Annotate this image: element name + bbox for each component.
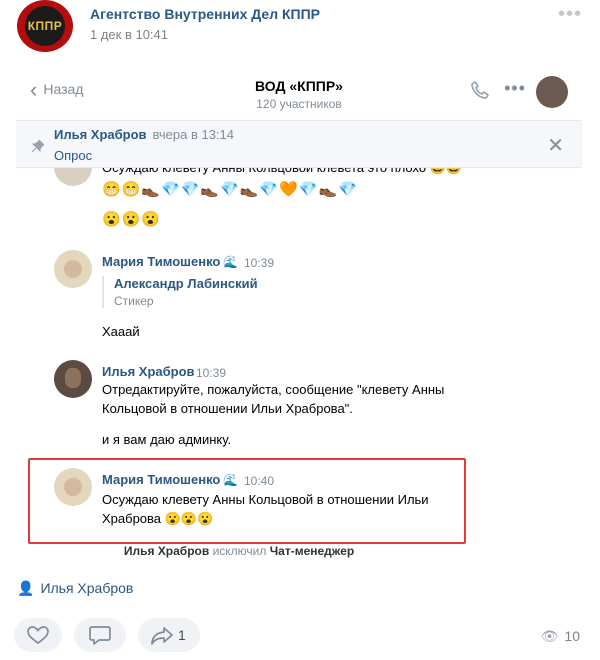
message-text: Осуждаю клевету Анны Кольцовой в отношен… — [102, 490, 429, 528]
pinned-time: вчера в 13:14 — [152, 127, 234, 142]
message-line: Кольцовой в отношении Ильи Храброва". — [102, 401, 353, 416]
message-time: 10:39 — [196, 366, 227, 380]
signer-name: Илья Храбров — [40, 580, 134, 596]
message-author-name: Мария Тимошенко — [102, 254, 221, 269]
pin-icon — [31, 139, 45, 157]
group-logo-text: КППР — [27, 19, 63, 33]
service-action: исключил — [212, 544, 267, 558]
more-dots-icon[interactable]: ••• — [558, 3, 582, 26]
emoji-row: 😁😁👞💎💎👞💎👞💎🧡💎👞💎 — [102, 181, 358, 198]
emoji-row: 😮😮😮 — [102, 211, 162, 228]
sticker-badge-icon: 🌊 — [223, 473, 239, 487]
avatar[interactable] — [54, 250, 92, 288]
views-count: 10 — [564, 628, 580, 644]
service-actor[interactable]: Илья Храбров — [124, 544, 209, 558]
chat-header: ‹ Назад ВОД «КППР» 120 участников ••• — [16, 68, 582, 121]
eye-icon: 👁 — [540, 628, 559, 644]
share-count: 1 — [178, 627, 186, 643]
pinned-author: Илья Храбров вчера в 13:14 — [54, 127, 234, 142]
post-header: КППР Агентство Внутренних Дел КППР 1 дек… — [0, 0, 600, 60]
post-signer[interactable]: 👤 Илья Храбров — [17, 580, 133, 597]
reply-text: Стикер — [114, 294, 154, 308]
message-text: Хааай — [102, 324, 140, 339]
like-button[interactable] — [14, 618, 62, 652]
chat-title: ВОД «КППР» — [255, 78, 343, 94]
user-icon: 👤 — [17, 580, 35, 596]
reply-quote[interactable]: Александр Лабинский Стикер — [102, 276, 258, 308]
comment-button[interactable] — [74, 618, 126, 652]
message-text: Отредактируйте, пожалуйста, сообщение "к… — [102, 380, 444, 418]
views-counter: 👁 10 — [541, 628, 580, 645]
pinned-author-name: Илья Храбров — [54, 127, 147, 142]
group-logo-inner: КППР — [25, 6, 65, 46]
group-logo[interactable]: КППР — [17, 0, 73, 52]
share-icon — [151, 627, 173, 645]
service-target[interactable]: Чат-менеджер — [270, 544, 354, 558]
comment-icon — [89, 626, 111, 645]
heart-icon — [27, 626, 49, 644]
message-author[interactable]: Мария Тимошенко 🌊 — [102, 472, 238, 487]
chat-screenshot: ‹ Назад ВОД «КППР» 120 участников ••• Иль… — [16, 68, 582, 568]
group-name-link[interactable]: Агентство Внутренних Дел КППР — [90, 6, 320, 22]
service-message: Илья Храбров исключил Чат-менеджер — [16, 544, 462, 558]
close-icon[interactable]: ✕ — [547, 133, 564, 158]
chat-more-icon[interactable]: ••• — [504, 78, 526, 99]
message-list: Осуждаю клевету Анны Кольцовой клевета э… — [16, 168, 582, 568]
message-author[interactable]: Илья Храбров — [102, 364, 195, 379]
message-line: Храброва 😮😮😮 — [102, 511, 214, 526]
phone-icon[interactable] — [470, 80, 490, 105]
pinned-kind: Опрос — [54, 148, 93, 163]
pinned-message[interactable]: Илья Храбров вчера в 13:14 Опрос ✕ — [16, 121, 582, 168]
avatar-cut — [54, 168, 92, 186]
message-time: 10:39 — [244, 256, 275, 270]
avatar[interactable] — [54, 468, 92, 506]
message-time: 10:40 — [244, 474, 275, 488]
message-cut-text: Осуждаю клевету Анны Кольцовой клевета э… — [102, 168, 462, 176]
post-date[interactable]: 1 дек в 10:41 — [90, 27, 168, 42]
chat-members-count: 120 участников — [256, 97, 342, 111]
sticker-badge-icon: 🌊 — [223, 255, 239, 269]
avatar[interactable] — [54, 360, 92, 398]
message-text: и я вам даю админку. — [102, 432, 232, 447]
share-button[interactable]: 1 — [138, 618, 200, 652]
message-line: Осуждаю клевету Анны Кольцовой в отношен… — [102, 492, 429, 507]
chat-avatar[interactable] — [536, 76, 568, 108]
message-author[interactable]: Мария Тимошенко 🌊 — [102, 254, 238, 269]
reply-author: Александр Лабинский — [114, 276, 258, 291]
message-author-name: Мария Тимошенко — [102, 472, 221, 487]
message-line: Отредактируйте, пожалуйста, сообщение "к… — [102, 382, 445, 397]
